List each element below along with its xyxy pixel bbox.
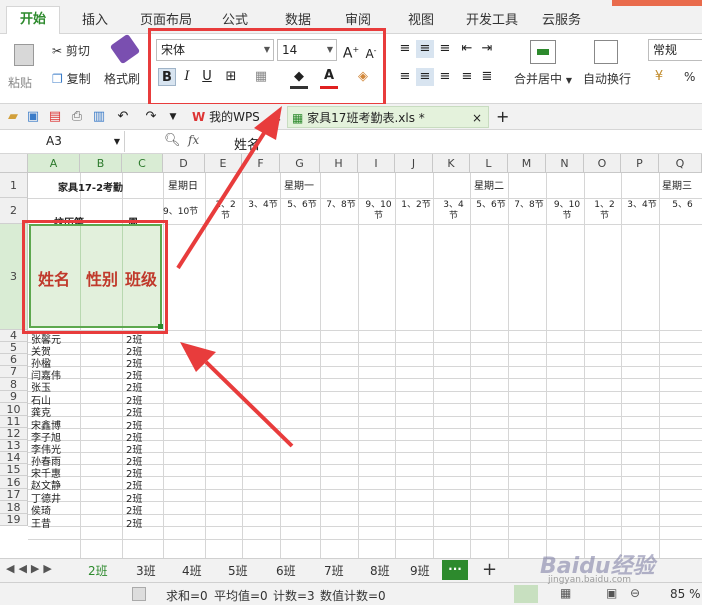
status-bar: 求和=0 平均值=0 计数=3 数值计数=0 ▦ ▣ ⊖ 85 % <box>0 582 702 605</box>
annotation-arrows <box>176 106 294 448</box>
sheet-tab[interactable]: 6班 <box>276 562 296 579</box>
status-numeric-count: 数值计数=0 <box>320 589 386 603</box>
macro-icon[interactable] <box>132 587 146 601</box>
status-average: 平均值=0 <box>214 589 268 603</box>
watermark-url: jingyan.baidu.com <box>548 575 632 585</box>
sheet-tab[interactable]: 2班 <box>88 562 108 579</box>
zoom-level: 85 % <box>670 587 701 601</box>
sheet-tab[interactable]: 7班 <box>324 562 344 579</box>
page-layout-view-icon[interactable]: ▦ <box>560 586 571 600</box>
zoom-out-icon[interactable]: ⊖ <box>630 586 640 600</box>
arrow-head-up <box>254 106 282 140</box>
sheet-tab[interactable]: 8班 <box>370 562 390 579</box>
sheet-tab[interactable]: 3班 <box>136 562 156 579</box>
sheet-tab[interactable]: 9班 <box>410 562 430 579</box>
sheet-nav-arrows[interactable]: ◀◀▶▶ <box>6 562 56 575</box>
arrow-line-up <box>176 128 268 270</box>
arrow-line-down <box>204 360 294 448</box>
sheet-tab[interactable]: 4班 <box>182 562 202 579</box>
sheet-tab[interactable]: 5班 <box>228 562 248 579</box>
page-break-view-icon[interactable]: ▣ <box>606 586 617 600</box>
status-sum: 求和=0 <box>166 589 208 603</box>
normal-view-icon[interactable] <box>514 585 538 603</box>
more-sheets-button[interactable]: ··· <box>442 560 468 580</box>
add-sheet-button[interactable]: + <box>482 559 497 580</box>
status-count: 计数=3 <box>273 589 315 603</box>
